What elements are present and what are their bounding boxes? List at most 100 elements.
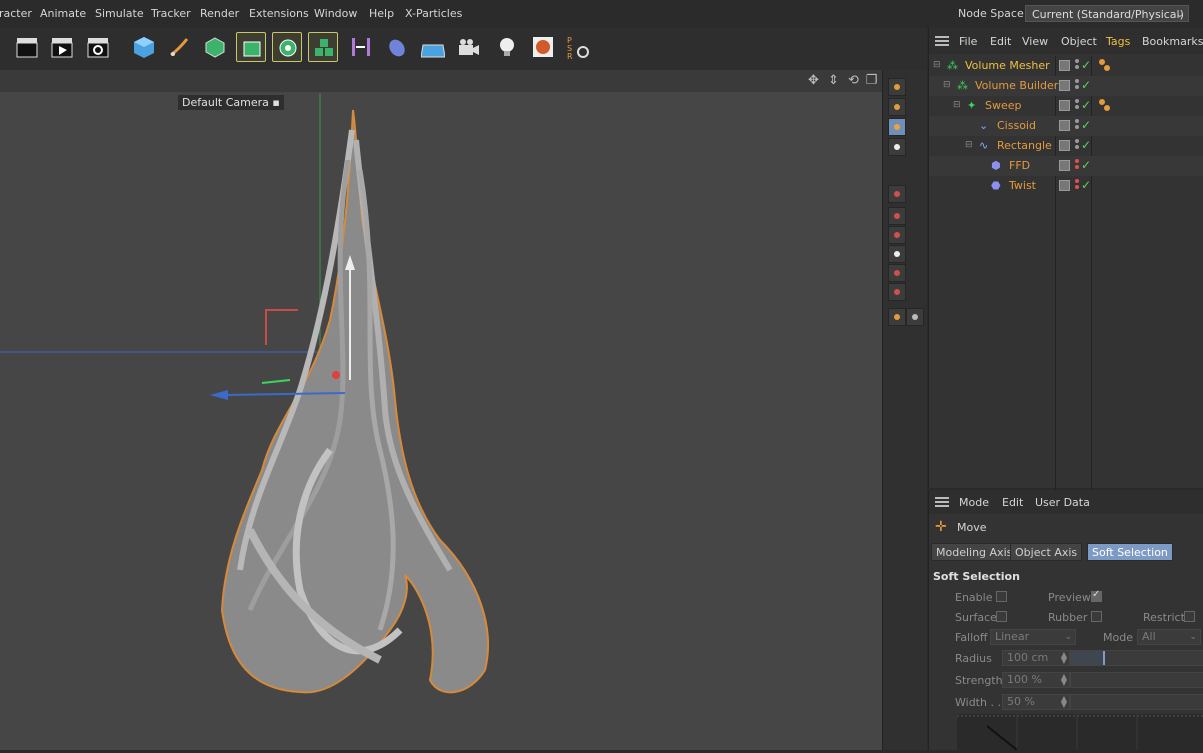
layer-edit-icon[interactable] xyxy=(1059,140,1070,151)
object-row-twist[interactable]: ⬣ Twist ✓ xyxy=(929,176,1203,196)
om-menu-tags[interactable]: Tags xyxy=(1106,35,1130,48)
light-button[interactable] xyxy=(492,32,522,62)
volume-mesh-object[interactable] xyxy=(220,109,489,694)
am-menu-edit[interactable]: Edit xyxy=(1002,496,1023,509)
hamburger-icon[interactable] xyxy=(935,497,949,507)
strength-slider[interactable] xyxy=(1070,672,1203,688)
layer-edit-icon[interactable] xyxy=(1059,100,1070,111)
palette-object-mode-button[interactable] xyxy=(888,118,906,136)
width-slider[interactable] xyxy=(1070,694,1203,710)
mode-select[interactable]: All ⌄ xyxy=(1137,629,1201,645)
palette-texture-mode-button[interactable] xyxy=(888,98,906,116)
menu-render[interactable]: Render xyxy=(200,7,239,20)
palette-layout-button[interactable] xyxy=(888,185,906,203)
render-settings-button[interactable] xyxy=(83,32,113,62)
radius-slider[interactable] xyxy=(1070,650,1203,666)
tree-collapse-icon[interactable]: ⊟ xyxy=(933,60,941,70)
object-row-ffd[interactable]: ⬢ FFD ✓ xyxy=(929,156,1203,176)
object-row-rectangle[interactable]: ⊟ ∿ Rectangle ✓ xyxy=(929,136,1203,156)
layer-edit-icon[interactable] xyxy=(1059,60,1070,71)
render-view-button[interactable] xyxy=(12,32,42,62)
rubber-checkbox[interactable] xyxy=(1091,611,1102,622)
volume-builder-button[interactable] xyxy=(308,32,338,62)
menu-extensions[interactable]: Extensions xyxy=(249,7,309,20)
enabled-check-icon[interactable]: ✓ xyxy=(1081,178,1091,192)
gizmo-plane-handle[interactable] xyxy=(265,309,298,345)
layer-edit-icon[interactable] xyxy=(1059,180,1070,191)
visibility-dots-icon[interactable] xyxy=(1075,179,1080,193)
enabled-check-icon[interactable]: ✓ xyxy=(1081,158,1091,172)
visibility-dots-icon[interactable] xyxy=(1075,159,1080,173)
layer-edit-icon[interactable] xyxy=(1059,80,1070,91)
menu-character[interactable]: racter xyxy=(0,7,32,20)
radius-slider-handle[interactable] xyxy=(1102,651,1105,665)
om-menu-object[interactable]: Object xyxy=(1061,35,1097,48)
gizmo-z-arrow[interactable] xyxy=(210,390,228,400)
width-input[interactable]: 50 % ▲ ▼ xyxy=(1002,694,1070,710)
palette-point-mode-button[interactable] xyxy=(888,207,906,225)
enabled-check-icon[interactable]: ✓ xyxy=(1081,118,1091,132)
enabled-check-icon[interactable]: ✓ xyxy=(1081,98,1091,112)
om-menu-bookmarks[interactable]: Bookmarks xyxy=(1142,35,1203,48)
tab-soft-selection[interactable]: Soft Selection xyxy=(1087,543,1173,561)
psr-reset-button[interactable]: PSR xyxy=(563,32,593,62)
om-menu-file[interactable]: File xyxy=(959,35,977,48)
visibility-dots-icon[interactable] xyxy=(1075,79,1080,93)
palette-model-mode-button[interactable] xyxy=(888,78,906,96)
am-menu-user-data[interactable]: User Data xyxy=(1035,496,1090,509)
visibility-dots-icon[interactable] xyxy=(1075,59,1080,73)
visibility-dots-icon[interactable] xyxy=(1075,119,1080,133)
layer-edit-icon[interactable] xyxy=(1059,160,1070,171)
menu-tracker[interactable]: Tracker xyxy=(151,7,191,20)
tree-collapse-icon[interactable]: ⊟ xyxy=(953,100,961,110)
menu-simulate[interactable]: Simulate xyxy=(95,7,144,20)
spinner-icon[interactable]: ▲ ▼ xyxy=(1061,651,1067,665)
om-menu-view[interactable]: View xyxy=(1022,35,1048,48)
enable-checkbox[interactable] xyxy=(996,591,1007,602)
material-button[interactable] xyxy=(528,32,558,62)
node-space-select[interactable]: Current (Standard/Physical) ⌄ xyxy=(1025,5,1189,22)
gizmo-x-axis[interactable] xyxy=(261,379,291,384)
palette-polygon-mode-button[interactable] xyxy=(888,245,906,263)
cloner-button[interactable] xyxy=(272,32,302,62)
menu-window[interactable]: Window xyxy=(314,7,357,20)
menu-help[interactable]: Help xyxy=(369,7,394,20)
render-picture-viewer-button[interactable] xyxy=(47,32,77,62)
restrict-checkbox[interactable] xyxy=(1184,611,1195,622)
object-row-sweep[interactable]: ⊟ ✦ Sweep ✓ xyxy=(929,96,1203,116)
falloff-curve-graph[interactable] xyxy=(957,714,1203,751)
enabled-check-icon[interactable]: ✓ xyxy=(1081,58,1091,72)
surface-checkbox[interactable] xyxy=(996,611,1007,622)
layer-edit-icon[interactable] xyxy=(1059,120,1070,131)
spinner-icon[interactable]: ▲ ▼ xyxy=(1061,695,1067,709)
enabled-check-icon[interactable]: ✓ xyxy=(1081,78,1091,92)
am-menu-mode[interactable]: Mode xyxy=(959,496,989,509)
menu-x-particles[interactable]: X-Particles xyxy=(405,7,462,20)
tree-collapse-icon[interactable]: ⊟ xyxy=(965,140,973,150)
cube-button[interactable] xyxy=(129,32,159,62)
tree-collapse-icon[interactable]: ⊟ xyxy=(943,80,951,90)
phong-tag-icon[interactable] xyxy=(1099,99,1113,113)
palette-edge-mode-button[interactable] xyxy=(888,226,906,244)
phong-tag-icon[interactable] xyxy=(1099,59,1113,73)
visibility-dots-icon[interactable] xyxy=(1075,99,1080,113)
floor-button[interactable] xyxy=(418,32,448,62)
palette-uv-mode-button[interactable] xyxy=(888,264,906,282)
spinner-icon[interactable]: ▲ ▼ xyxy=(1061,673,1067,687)
strength-input[interactable]: 100 % ▲ ▼ xyxy=(1002,672,1070,688)
camera-button[interactable] xyxy=(454,32,484,62)
extrude-button[interactable] xyxy=(236,32,266,62)
om-menu-edit[interactable]: Edit xyxy=(990,35,1011,48)
object-row-cissoid[interactable]: ⌄ Cissoid ✓ xyxy=(929,116,1203,136)
object-row-volume-builder[interactable]: ⊟ ⁂ Volume Builder ✓ xyxy=(929,76,1203,96)
object-row-volume-mesher[interactable]: ⊟ ⁂ Volume Mesher ✓ xyxy=(929,56,1203,76)
enabled-check-icon[interactable]: ✓ xyxy=(1081,138,1091,152)
subdivision-surface-button[interactable] xyxy=(200,32,230,62)
menu-animate[interactable]: Animate xyxy=(40,7,86,20)
tab-modeling-axis[interactable]: Modeling Axis xyxy=(931,543,1018,561)
preview-checkbox[interactable] xyxy=(1091,589,1102,602)
gizmo-center[interactable] xyxy=(332,371,340,379)
visibility-dots-icon[interactable] xyxy=(1075,139,1080,153)
hamburger-icon[interactable] xyxy=(935,36,949,46)
3d-viewport[interactable]: ✥ ⇕ ⟲ ❐ Default Camera ▪ xyxy=(0,70,883,750)
